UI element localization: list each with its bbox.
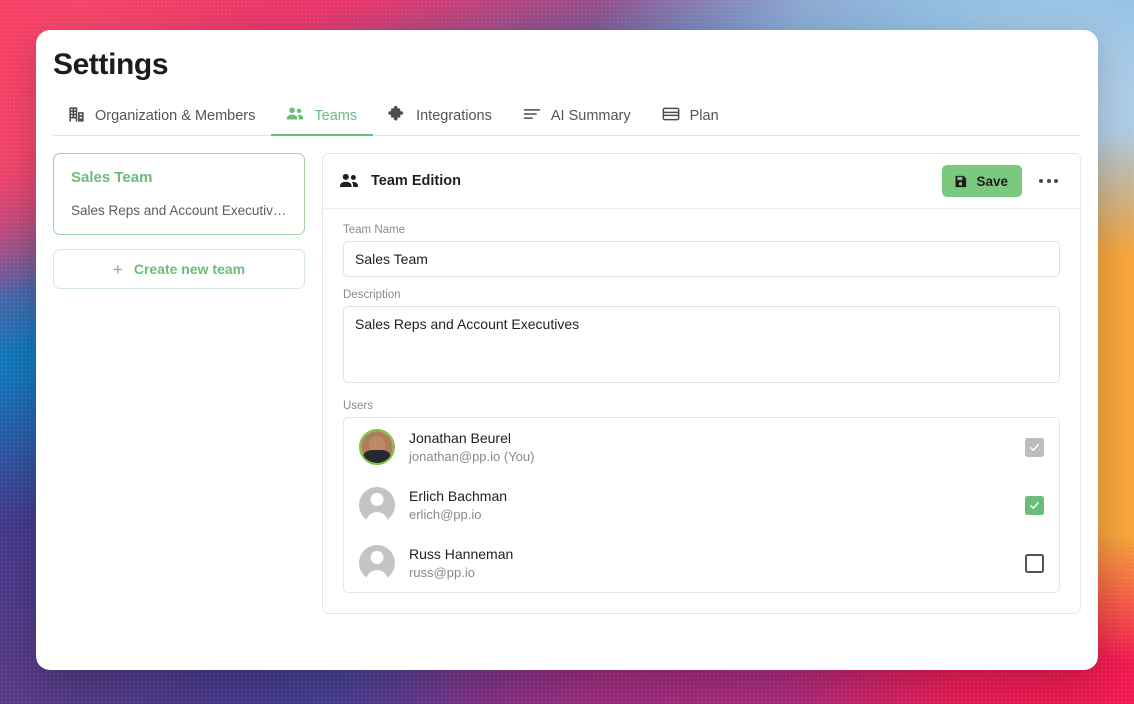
create-new-team-button[interactable]: + Create new team bbox=[53, 249, 305, 289]
team-card-name: Sales Team bbox=[71, 169, 153, 186]
people-icon bbox=[285, 104, 305, 124]
avatar-placeholder-icon bbox=[366, 512, 388, 523]
user-checkbox-disabled bbox=[1025, 437, 1044, 457]
avatar bbox=[359, 429, 395, 465]
user-meta: Erlich Bachman erlich@pp.io bbox=[409, 488, 1011, 522]
save-disk-icon bbox=[953, 174, 968, 189]
panel-header: Team Edition Save bbox=[323, 154, 1080, 209]
user-email: russ@pp.io bbox=[409, 565, 475, 580]
user-checkbox[interactable] bbox=[1025, 495, 1044, 515]
user-meta: Jonathan Beurel jonathan@pp.io (You) bbox=[409, 430, 1011, 464]
team-card-description: Sales Reps and Account Executives... bbox=[71, 203, 287, 218]
settings-window: Settings Organization & Members Teams In… bbox=[36, 30, 1098, 670]
settings-tabs: Organization & Members Teams Integration… bbox=[53, 98, 1081, 136]
list-item[interactable]: Russ Hanneman russ@pp.io bbox=[344, 534, 1059, 592]
kebab-dot bbox=[1054, 179, 1058, 183]
tab-integrations[interactable]: Integrations bbox=[373, 98, 508, 135]
tab-label: AI Summary bbox=[550, 108, 631, 124]
tab-label: Organization & Members bbox=[95, 108, 256, 124]
users-label: Users bbox=[343, 400, 374, 412]
kebab-menu-icon[interactable] bbox=[1031, 173, 1066, 189]
tab-plan[interactable]: Plan bbox=[647, 98, 735, 135]
panel-title: Team Edition bbox=[371, 173, 461, 189]
kebab-dot bbox=[1039, 179, 1043, 183]
desktop-wallpaper: Settings Organization & Members Teams In… bbox=[0, 0, 1134, 704]
user-name: Russ Hanneman bbox=[409, 546, 514, 562]
description-textarea[interactable] bbox=[343, 306, 1060, 383]
team-name-input[interactable] bbox=[343, 241, 1060, 277]
user-email: erlich@pp.io bbox=[409, 507, 482, 522]
tab-label: Teams bbox=[314, 108, 358, 124]
description-label: Description bbox=[343, 289, 401, 301]
avatar-placeholder-icon bbox=[366, 570, 388, 581]
text-lines-icon bbox=[522, 104, 542, 124]
user-name: Erlich Bachman bbox=[409, 488, 508, 504]
tab-teams[interactable]: Teams bbox=[271, 98, 373, 136]
avatar-placeholder-icon bbox=[370, 493, 384, 506]
list-item[interactable]: Erlich Bachman erlich@pp.io bbox=[344, 476, 1059, 534]
avatar bbox=[359, 487, 395, 523]
save-button[interactable]: Save bbox=[942, 165, 1022, 197]
user-checkbox[interactable] bbox=[1025, 553, 1044, 573]
tab-ai-summary[interactable]: AI Summary bbox=[508, 98, 647, 135]
team-name-label: Team Name bbox=[343, 224, 405, 236]
page-title: Settings bbox=[53, 48, 169, 81]
tab-label: Integrations bbox=[416, 108, 492, 124]
settings-body: Sales Team Sales Reps and Account Execut… bbox=[36, 136, 1098, 614]
avatar-photo bbox=[361, 431, 393, 463]
avatar bbox=[359, 545, 395, 581]
save-label: Save bbox=[976, 173, 1008, 189]
tab-organization-members[interactable]: Organization & Members bbox=[53, 98, 271, 135]
teams-sidebar: Sales Team Sales Reps and Account Execut… bbox=[53, 153, 305, 614]
tab-label: Plan bbox=[689, 108, 719, 124]
puzzle-icon bbox=[387, 104, 407, 124]
plus-icon: + bbox=[112, 259, 123, 279]
people-icon bbox=[338, 170, 360, 192]
kebab-dot bbox=[1046, 179, 1051, 183]
list-item[interactable]: Jonathan Beurel jonathan@pp.io (You) bbox=[344, 418, 1059, 476]
team-card-sales-team[interactable]: Sales Team Sales Reps and Account Execut… bbox=[53, 153, 305, 235]
team-edition-panel: Team Edition Save Team Name Sales Team D… bbox=[322, 153, 1081, 614]
avatar-placeholder-icon bbox=[370, 551, 384, 564]
panel-body: Team Name Description Users bbox=[323, 209, 1080, 613]
user-email: jonathan@pp.io (You) bbox=[409, 449, 535, 464]
credit-card-icon bbox=[661, 104, 681, 124]
create-team-label: Create new team bbox=[133, 261, 246, 277]
user-meta: Russ Hanneman russ@pp.io bbox=[409, 546, 1011, 580]
user-name: Jonathan Beurel bbox=[409, 430, 511, 446]
users-list: Jonathan Beurel jonathan@pp.io (You) Erl… bbox=[343, 417, 1060, 593]
building-icon bbox=[67, 105, 86, 124]
